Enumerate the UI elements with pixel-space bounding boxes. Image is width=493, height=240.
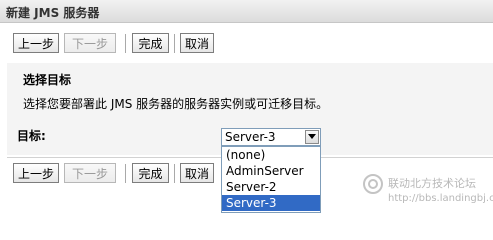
watermark-url: http://bbs.landingbj.com — [388, 193, 493, 204]
back-button[interactable]: 上一步 — [13, 163, 59, 183]
target-label: 目标: — [17, 129, 46, 143]
dropdown-arrow-icon[interactable] — [305, 130, 319, 144]
watermark-text: 联动北方技术论坛 — [388, 177, 476, 190]
forum-logo-icon — [363, 174, 383, 194]
next-button[interactable]: 下一步 — [64, 33, 116, 53]
window-title: 新建 JMS 服务器 — [6, 6, 100, 20]
dropdown-option[interactable]: (none) — [222, 147, 320, 163]
finish-button[interactable]: 完成 — [132, 163, 169, 183]
toolbar-divider — [125, 34, 126, 53]
cancel-button[interactable]: 取消 — [180, 163, 214, 183]
back-button[interactable]: 上一步 — [13, 33, 59, 53]
target-dropdown-list: (none) AdminServer Server-2 Server-3 — [221, 146, 321, 213]
toolbar-divider — [125, 164, 126, 183]
toolbar-divider — [174, 34, 175, 53]
watermark: 联动北方技术论坛 http://bbs.landingbj.com — [362, 170, 493, 210]
next-button[interactable]: 下一步 — [64, 163, 116, 183]
target-select-value: Server-3 — [225, 130, 276, 144]
dropdown-option[interactable]: AdminServer — [222, 163, 320, 179]
title-bar: 新建 JMS 服务器 — [0, 0, 493, 23]
cancel-button[interactable]: 取消 — [180, 33, 214, 53]
target-select[interactable]: Server-3 — [221, 128, 321, 146]
finish-button[interactable]: 完成 — [132, 33, 169, 53]
top-toolbar: 上一步 下一步 完成 取消 — [0, 33, 493, 57]
dropdown-option-selected[interactable]: Server-3 — [222, 195, 320, 211]
dropdown-option[interactable]: Server-2 — [222, 179, 320, 195]
section-description: 选择您要部署此 JMS 服务器的服务器实例或可迁移目标。 — [23, 97, 329, 111]
section-title: 选择目标 — [23, 73, 72, 87]
toolbar-divider — [174, 164, 175, 183]
